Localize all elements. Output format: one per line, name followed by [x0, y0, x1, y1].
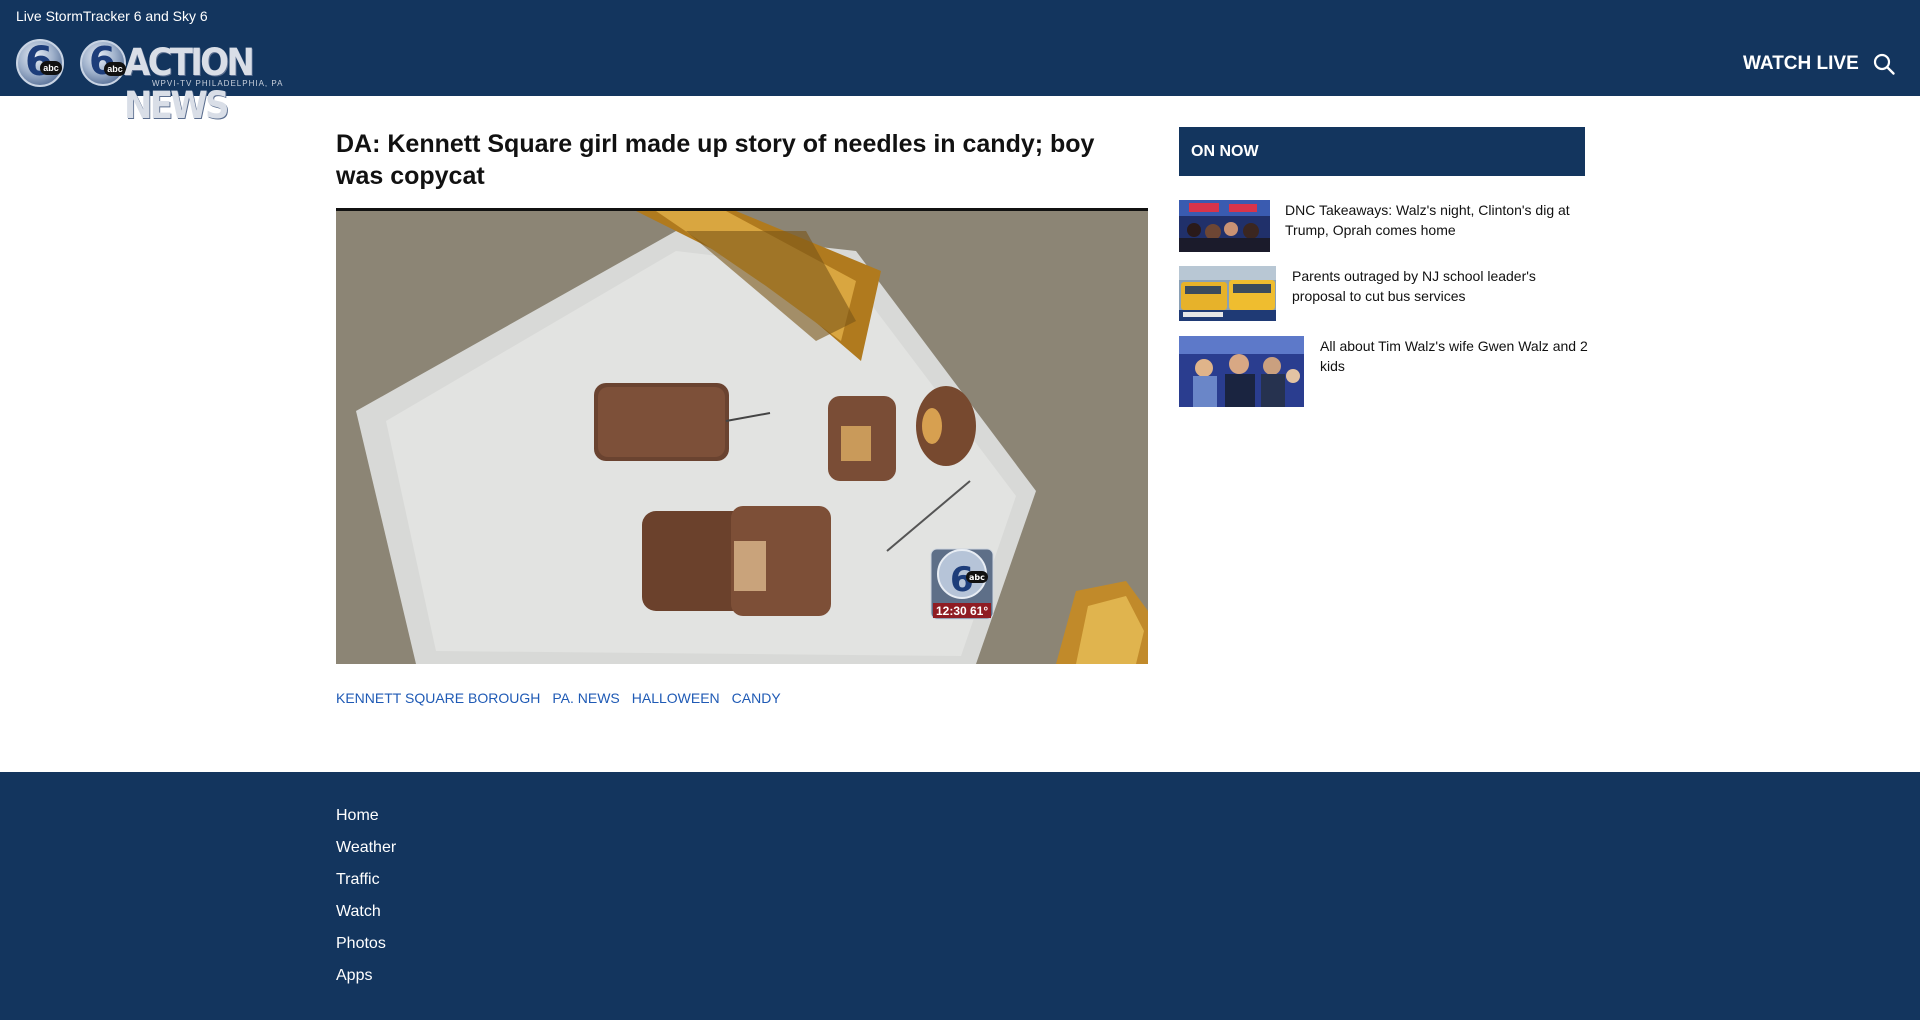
action-news-logo[interactable]: 6 abc ACTION NEWS WPVI-TV PHILADELPHIA, … — [80, 38, 310, 127]
brand-subtitle: WPVI-TV PHILADELPHIA, PA — [152, 79, 284, 88]
footer-nav: Home Weather Traffic Watch Photos Apps — [336, 806, 396, 986]
footer-link-watch[interactable]: Watch — [336, 902, 396, 922]
tag-candy[interactable]: CANDY — [732, 690, 781, 706]
tag-pa-news[interactable]: PA. NEWS — [552, 690, 619, 706]
article-hero-image: 6 abc 12:30 61° — [336, 208, 1148, 664]
tag-halloween[interactable]: HALLOWEEN — [632, 690, 720, 706]
search-icon[interactable] — [1872, 52, 1896, 76]
on-now-item-3[interactable]: All about Tim Walz's wife Gwen Walz and … — [1179, 336, 1588, 407]
on-now-item-2[interactable]: Parents outraged by NJ school leader's p… — [1179, 266, 1552, 321]
stormtracker-link[interactable]: Live StormTracker 6 and Sky 6 — [16, 8, 208, 24]
footer-link-weather[interactable]: Weather — [336, 838, 396, 858]
on-now-thumb-2 — [1179, 266, 1276, 321]
on-now-item-1[interactable]: DNC Takeaways: Walz's night, Clinton's d… — [1179, 200, 1585, 252]
site-footer: Home Weather Traffic Watch Photos Apps — [0, 772, 1920, 1020]
on-now-item-1-title: DNC Takeaways: Walz's night, Clinton's d… — [1285, 202, 1570, 238]
article-headline: DA: Kennett Square girl made up story of… — [336, 130, 1095, 190]
on-now-item-2-title: Parents outraged by NJ school leader's p… — [1292, 268, 1536, 304]
candy-photo: 6 abc 12:30 61° — [336, 211, 1148, 664]
footer-link-photos[interactable]: Photos — [336, 934, 396, 954]
footer-link-apps[interactable]: Apps — [336, 966, 396, 986]
on-now-header: ON NOW — [1179, 127, 1585, 176]
watch-live-button[interactable]: WATCH LIVE — [1743, 53, 1859, 75]
on-now-thumb-3 — [1179, 336, 1304, 407]
logo-abc: abc — [40, 61, 62, 75]
tag-kennett-square-borough[interactable]: KENNETT SQUARE BOROUGH — [336, 690, 540, 706]
article-tags: KENNETT SQUARE BOROUGH PA. NEWS HALLOWEE… — [336, 690, 781, 706]
on-now-thumb-1 — [1179, 200, 1270, 252]
footer-link-home[interactable]: Home — [336, 806, 396, 826]
hero-bug-time: 12:30 — [936, 604, 967, 618]
brand-six: 6 — [89, 39, 116, 83]
svg-text:abc: abc — [969, 573, 985, 582]
channel-6-logo[interactable]: 6 abc — [16, 39, 64, 87]
brand-abc: abc — [104, 62, 126, 76]
footer-link-traffic[interactable]: Traffic — [336, 870, 396, 890]
brand-circle: 6 abc — [80, 39, 126, 86]
site-header: Live StormTracker 6 and Sky 6 6 abc 6 ab… — [0, 0, 1920, 127]
on-now-item-3-title: All about Tim Walz's wife Gwen Walz and … — [1320, 338, 1588, 374]
hero-bug-temp: 61° — [970, 604, 988, 618]
